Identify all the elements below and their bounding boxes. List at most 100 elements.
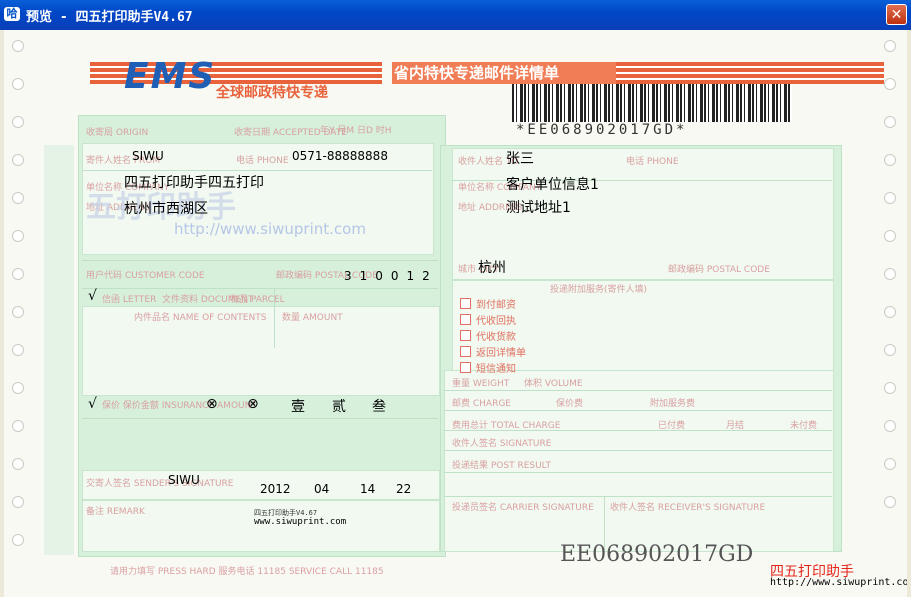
tractor-hole <box>884 420 896 432</box>
window-title: 预览 - 四五打印助手V4.67 <box>26 10 193 25</box>
sender-postal-value: 310012 <box>344 269 438 283</box>
customer-code-label: 用户代码 CUSTOMER CODE <box>86 271 205 281</box>
tractor-hole <box>884 192 896 204</box>
divider <box>82 288 438 289</box>
receiver-city-value: 杭州 <box>478 260 506 276</box>
sender-name-value: SIWU <box>132 149 164 163</box>
volume-label: 体积 VOLUME <box>524 379 583 389</box>
receiver-phone-label: 电话 PHONE <box>626 157 679 167</box>
tractor-hole <box>12 268 24 280</box>
contents-label: 内件品名 NAME OF CONTENTS <box>134 313 267 323</box>
receiver-company-value: 客户单位信息1 <box>506 177 599 193</box>
receiver-address-value: 测试地址1 <box>506 200 571 216</box>
amount-label: 数量 AMOUNT <box>282 313 343 323</box>
tractor-hole <box>12 154 24 166</box>
cod-return-checkbox <box>460 314 471 325</box>
paid-label: 已付费 <box>658 421 686 431</box>
receiver-signature-label: 收件人签名 SIGNATURE <box>452 439 552 449</box>
signature-value: SIWU <box>168 473 200 487</box>
paid-to-arrive-checkbox <box>460 298 471 309</box>
origin-label: 收寄局 ORIGIN <box>86 128 149 138</box>
close-button[interactable]: ✕ <box>886 4 907 25</box>
amount-digit-3: 壹 <box>291 399 305 415</box>
receiver-name-value: 张三 <box>506 151 534 167</box>
tractor-hole <box>884 496 896 508</box>
sender-company-value: 四五打印助手四五打印 <box>124 175 264 191</box>
watermark-url: http://www.siwuprint.com <box>174 220 366 238</box>
date-ymd-label: 年Y 月M 日D 时H <box>320 126 392 136</box>
heading-stripe <box>616 62 884 84</box>
tractor-hole <box>884 344 896 356</box>
cod-payment-checkbox <box>460 330 471 341</box>
sender-phone-value: 0571-88888888 <box>292 149 388 163</box>
delivery-service-label: 投递附加服务(寄件人填) <box>550 285 648 295</box>
footer-note: 请用力填写 PRESS HARD 服务电话 11185 SERVICE CALL… <box>110 567 384 577</box>
insurance-label: 保价 保价金额 INSURANCE AMOUNT <box>102 401 257 411</box>
tractor-hole <box>884 116 896 128</box>
amount-digit-2: ⊗ <box>247 396 259 412</box>
hour-value: 22 <box>396 482 412 496</box>
sender-phone-label: 电话 PHONE <box>236 156 289 166</box>
parcel-label: 物品 PARCEL <box>230 295 285 305</box>
letter-check: √ <box>88 288 97 304</box>
divider <box>444 496 832 497</box>
tractor-hole <box>884 268 896 280</box>
weight-label: 重量 WEIGHT <box>452 379 510 389</box>
tractor-hole <box>12 458 24 470</box>
postage-label: 邮费 CHARGE <box>452 399 511 409</box>
brand-url: http://www.siwuprint.com <box>770 577 907 588</box>
arrive-note-checkbox <box>460 346 471 357</box>
paid-to-arrive-label: 到付邮资 <box>476 300 516 311</box>
tractor-hole <box>884 382 896 394</box>
total-label: 费用总计 TOTAL CHARGE <box>452 421 561 431</box>
monthly-label: 月结 <box>726 421 745 431</box>
tractor-hole <box>12 496 24 508</box>
receiver-sign-label: 收件人签名 RECEIVER'S SIGNATURE <box>610 503 766 513</box>
divider <box>444 472 832 473</box>
divider <box>82 170 432 171</box>
tractor-hole <box>884 78 896 90</box>
divider <box>82 418 438 419</box>
barcode-number: *EE068902017GD* <box>516 122 688 138</box>
insurance-fee-label: 保价费 <box>556 399 584 409</box>
tractor-hole <box>884 154 896 166</box>
ems-logo: EMS <box>124 56 217 97</box>
barcode <box>512 84 792 122</box>
short-msg-label: 短信通知 <box>476 364 516 375</box>
amount-digit-5: 叁 <box>372 399 386 415</box>
divider <box>444 410 832 411</box>
tractor-hole <box>12 306 24 318</box>
arrive-note-label: 返回详情单 <box>476 348 526 359</box>
amount-digit-1: ⊗ <box>206 396 218 412</box>
sender-address-value: 杭州市西湖区 <box>124 201 208 217</box>
print-url-small: www.siwuprint.com <box>254 517 347 527</box>
day-value: 14 <box>360 482 376 496</box>
remark-label: 备注 REMARK <box>86 507 145 517</box>
tractor-hole <box>884 40 896 52</box>
form-sidebar <box>44 145 74 555</box>
receiver-postal-label: 邮政编码 POSTAL CODE <box>668 265 770 275</box>
tractor-hole <box>12 40 24 52</box>
tractor-hole <box>12 192 24 204</box>
year-value: 2012 <box>260 482 291 496</box>
tractor-hole <box>12 116 24 128</box>
ems-slogan: 全球邮政特快专递 <box>216 85 328 101</box>
insurance-check: √ <box>88 396 97 412</box>
divider <box>444 390 832 391</box>
cod-payment-label: 代收货款 <box>476 332 516 343</box>
tractor-hole <box>12 534 24 546</box>
tractor-hole <box>884 230 896 242</box>
tractor-hole <box>12 78 24 90</box>
divider <box>444 450 832 451</box>
additional-charge-label: 附加服务费 <box>650 399 696 409</box>
short-msg-checkbox <box>460 362 471 373</box>
tractor-hole <box>884 306 896 318</box>
tractor-hole <box>12 420 24 432</box>
carrier-signature-label: 投递员签名 CARRIER SIGNATURE <box>452 503 594 513</box>
unpaid-label: 未付费 <box>790 421 818 431</box>
tractor-hole <box>884 458 896 470</box>
divider <box>82 260 438 261</box>
month-value: 04 <box>314 482 330 496</box>
delivery-result-label: 投递结果 POST RESULT <box>452 461 551 471</box>
sender-signature-label: 交寄人签名 SENDER'S SIGNATURE <box>86 479 234 489</box>
